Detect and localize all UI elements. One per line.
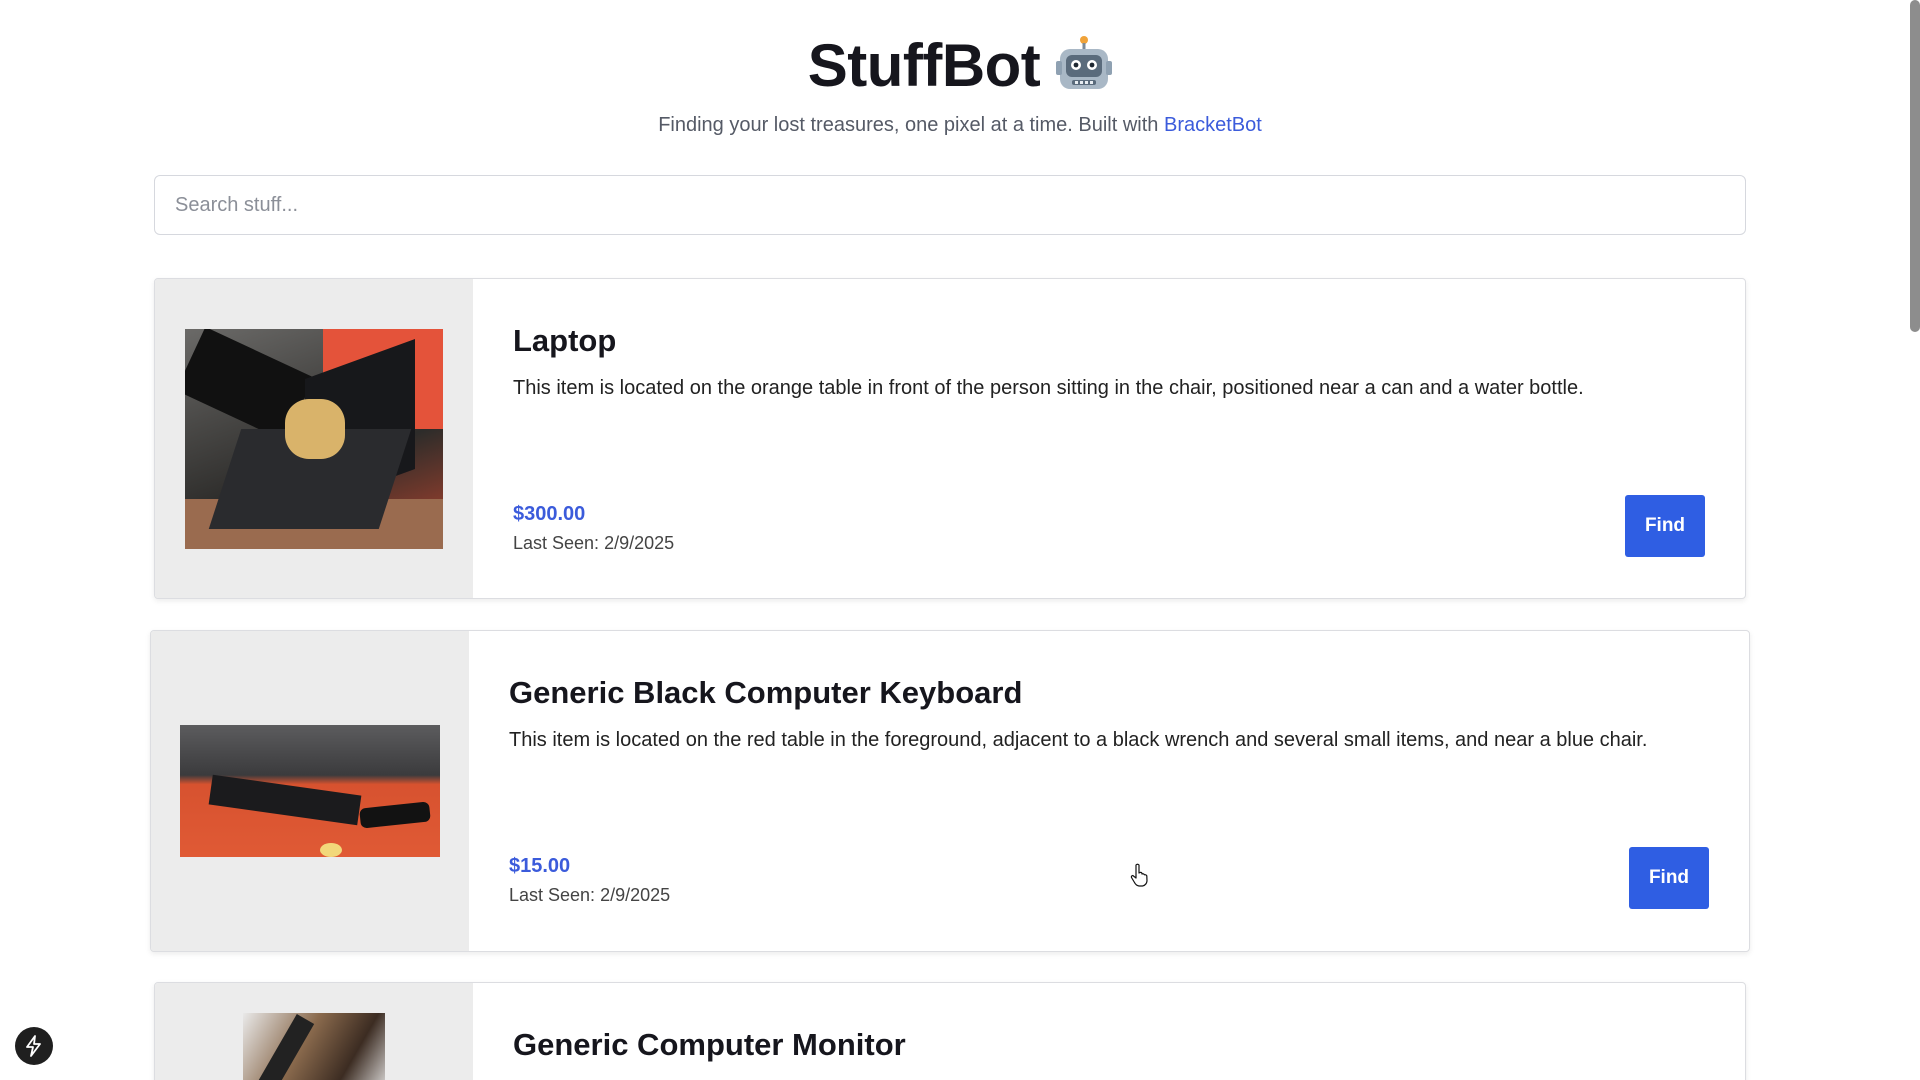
stuffbot-page: StuffBot Finding your lost treasures, on… xyxy=(0,0,1920,1080)
item-last-seen: Last Seen: 2/9/2025 xyxy=(513,533,675,553)
subtitle-text: Finding your lost treasures, one pixel a… xyxy=(658,114,1159,136)
item-price: $300.00 xyxy=(513,503,586,525)
keyboard-photo xyxy=(180,725,440,857)
item-description: This item is located on the orange table… xyxy=(513,377,1584,399)
item-name: Generic Black Computer Keyboard xyxy=(509,675,1023,710)
item-image-panel xyxy=(155,983,473,1080)
laptop-photo xyxy=(185,328,443,549)
page-title: StuffBot xyxy=(807,31,1041,99)
item-card-body: Laptop This item is located on the orang… xyxy=(473,279,1745,598)
item-card-monitor: Generic Computer Monitor xyxy=(154,982,1746,1080)
item-name: Laptop xyxy=(513,323,617,358)
item-card-body: Generic Black Computer Keyboard This ite… xyxy=(469,631,1749,951)
hand-pointer-icon xyxy=(1130,863,1150,887)
search-container xyxy=(154,175,1746,235)
robot-emoji-icon xyxy=(1056,35,1113,95)
item-card-keyboard: Generic Black Computer Keyboard This ite… xyxy=(150,630,1750,952)
item-image-panel xyxy=(151,631,469,951)
item-card-body: Generic Computer Monitor xyxy=(473,983,1745,1080)
page-header: StuffBot Finding your lost treasures, on… xyxy=(0,0,1920,137)
find-button[interactable]: Find xyxy=(1625,495,1705,557)
lightning-bolt-icon[interactable] xyxy=(15,1027,53,1065)
item-name: Generic Computer Monitor xyxy=(513,1027,906,1062)
bracketbot-link[interactable]: BracketBot xyxy=(1164,114,1262,136)
find-button[interactable]: Find xyxy=(1629,847,1709,909)
item-card-laptop: Laptop This item is located on the orang… xyxy=(154,278,1746,599)
monitor-photo xyxy=(243,1013,385,1080)
item-description: This item is located on the red table in… xyxy=(509,729,1648,751)
item-price: $15.00 xyxy=(509,855,571,877)
item-last-seen: Last Seen: 2/9/2025 xyxy=(509,885,671,905)
search-input[interactable] xyxy=(154,175,1746,235)
page-subtitle: Finding your lost treasures, one pixel a… xyxy=(0,114,1920,137)
scrollbar-thumb[interactable] xyxy=(1910,0,1920,332)
scrollbar[interactable] xyxy=(1910,0,1920,1080)
title-row: StuffBot xyxy=(0,30,1920,100)
item-image-panel xyxy=(155,279,473,598)
